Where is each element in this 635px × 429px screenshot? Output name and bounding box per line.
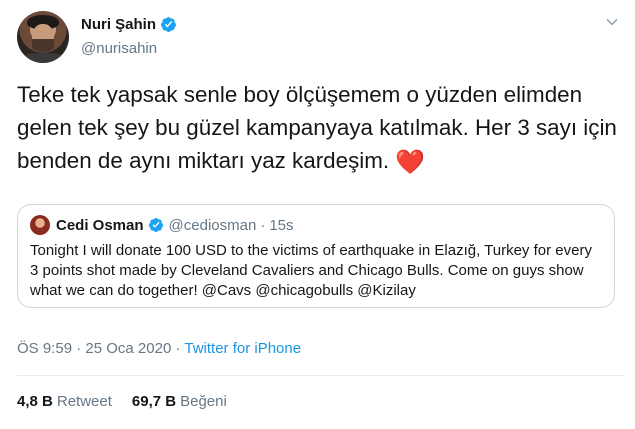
quoted-tweet-header: Cedi Osman @cediosman · 15s [30,215,294,235]
quoted-author-name: Cedi Osman [56,216,144,234]
author-handle[interactable]: @nurisahin [81,40,157,57]
meta-separator: · [171,340,185,357]
quoted-author-avatar [30,215,50,235]
author-avatar[interactable] [17,11,69,63]
quoted-tweet-card[interactable]: Cedi Osman @cediosman · 15s Tonight I wi… [17,204,615,308]
tweet-time[interactable]: ÖS 9:59 [17,340,72,357]
quoted-separator: · [260,216,266,234]
quoted-author-handle: @cediosman [168,216,257,234]
chevron-down-icon[interactable] [605,15,619,29]
tweet-source-link[interactable]: Twitter for iPhone [184,340,301,357]
author-name-row: Nuri Şahin [81,16,177,33]
heart-emoji-icon: ❤️ [395,149,426,176]
likes-label: Beğeni [180,393,227,410]
likes-count: 69,7 B [131,393,177,410]
retweets-count: 4,8 B [17,393,53,410]
verified-badge-icon [148,218,163,232]
tweet-body: Teke tek yapsak senle boy ölçüşemem o yü… [17,82,617,173]
tweet-header: Nuri Şahin @nurisahin [17,11,625,67]
quoted-timestamp: 15s [269,216,294,234]
verified-badge-icon [161,17,176,32]
tweet-date[interactable]: 25 Oca 2020 [85,340,171,357]
tweet-meta: ÖS 9:59 · 25 Oca 2020 · Twitter for iPho… [17,340,301,357]
retweets-stat[interactable]: 4,8 B Retweet [17,393,112,410]
meta-separator: · [72,340,86,357]
quoted-tweet-text: Tonight I will donate 100 USD to the vic… [30,242,592,299]
retweets-label: Retweet [56,393,112,410]
tweet-text: Teke tek yapsak senle boy ölçüşemem o yü… [17,78,622,179]
author-display-name[interactable]: Nuri Şahin [81,16,156,33]
divider [17,375,625,376]
likes-stat[interactable]: 69,7 B Beğeni [132,393,227,410]
tweet-stats: 4,8 B Retweet 69,7 B Beğeni [17,393,247,410]
